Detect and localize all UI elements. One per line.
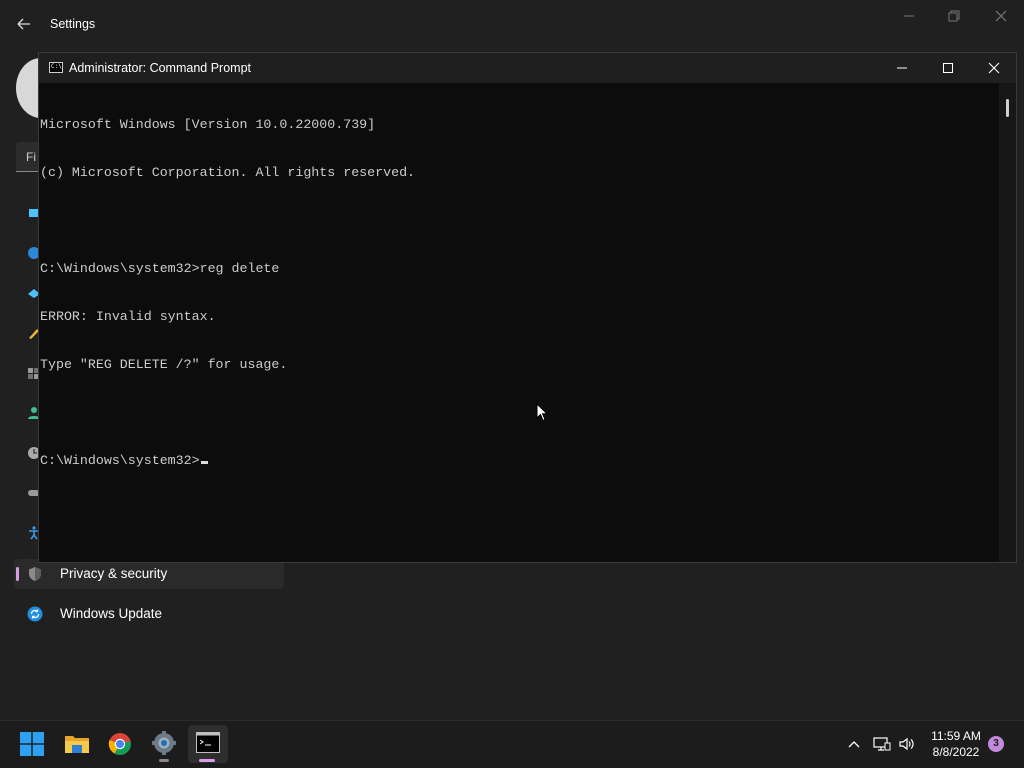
minimize-icon bbox=[897, 67, 907, 69]
settings-restore-button[interactable] bbox=[943, 8, 965, 26]
windows-update-icon bbox=[27, 606, 43, 622]
settings-minimize-button[interactable] bbox=[898, 8, 920, 26]
cmd-window-title: Administrator: Command Prompt bbox=[69, 61, 252, 75]
notification-badge[interactable]: 3 bbox=[988, 736, 1004, 752]
chrome-icon bbox=[108, 733, 131, 755]
active-indicator bbox=[199, 759, 215, 762]
volume-icon[interactable] bbox=[898, 735, 916, 758]
sidebar-item-label: Privacy & security bbox=[60, 566, 168, 581]
console-line: ERROR: Invalid syntax. bbox=[40, 309, 216, 324]
console-line: Microsoft Windows [Version 10.0.22000.73… bbox=[40, 117, 376, 132]
show-hidden-icons-chevron-icon[interactable] bbox=[846, 736, 862, 757]
cmd-titlebar[interactable]: C:\ Administrator: Command Prompt bbox=[39, 53, 1016, 83]
console-line: C:\Windows\system32>reg delete bbox=[40, 261, 280, 276]
maximize-icon bbox=[943, 63, 953, 73]
network-icon[interactable] bbox=[873, 735, 891, 758]
console-line: Type "REG DELETE /?" for usage. bbox=[40, 357, 288, 372]
find-setting-placeholder: Fi bbox=[26, 150, 36, 164]
start-button[interactable] bbox=[12, 725, 52, 763]
console-prompt: C:\Windows\system32> bbox=[40, 453, 200, 468]
folder-icon bbox=[65, 736, 89, 753]
running-indicator bbox=[159, 759, 169, 762]
sidebar-item-windows-update[interactable]: Windows Update bbox=[14, 599, 284, 629]
windows-logo-icon bbox=[20, 732, 44, 756]
console-line: (c) Microsoft Corporation. All rights re… bbox=[40, 165, 416, 180]
clock[interactable]: 11:59 AM 8/8/2022 bbox=[926, 728, 986, 760]
sidebar-item-label: Windows Update bbox=[60, 606, 163, 621]
clock-time: 11:59 AM bbox=[931, 729, 981, 743]
sidebar-item-privacy-security[interactable]: Privacy & security bbox=[14, 559, 284, 589]
cmd-close-button[interactable] bbox=[971, 53, 1017, 83]
cmd-app-icon: C:\ bbox=[49, 62, 63, 73]
console-prompt-line[interactable]: C:\Windows\system32> bbox=[40, 453, 1000, 469]
clock-date: 8/8/2022 bbox=[932, 745, 980, 759]
taskbar-command-prompt[interactable] bbox=[188, 725, 228, 763]
taskbar-settings[interactable] bbox=[144, 725, 184, 763]
cmd-maximize-button[interactable] bbox=[925, 53, 971, 83]
shield-icon bbox=[27, 566, 43, 582]
gear-icon bbox=[152, 731, 176, 755]
taskbar-chrome[interactable] bbox=[100, 725, 140, 763]
cmd-minimize-button[interactable] bbox=[879, 53, 925, 83]
close-icon bbox=[988, 62, 1000, 74]
scrollbar-thumb[interactable] bbox=[1006, 99, 1009, 117]
back-arrow-icon[interactable] bbox=[15, 15, 35, 33]
command-prompt-window[interactable]: C:\ Administrator: Command Prompt Micros… bbox=[38, 52, 1017, 563]
text-cursor bbox=[200, 461, 208, 464]
console-output[interactable]: Microsoft Windows [Version 10.0.22000.73… bbox=[39, 85, 1000, 561]
mouse-pointer-icon bbox=[536, 402, 549, 427]
settings-close-button[interactable] bbox=[990, 8, 1012, 26]
selection-indicator bbox=[16, 567, 19, 581]
terminal-icon bbox=[196, 732, 220, 753]
cmd-scrollbar[interactable] bbox=[999, 83, 1016, 562]
taskbar-file-explorer[interactable] bbox=[56, 725, 96, 763]
settings-title: Settings bbox=[50, 17, 96, 31]
